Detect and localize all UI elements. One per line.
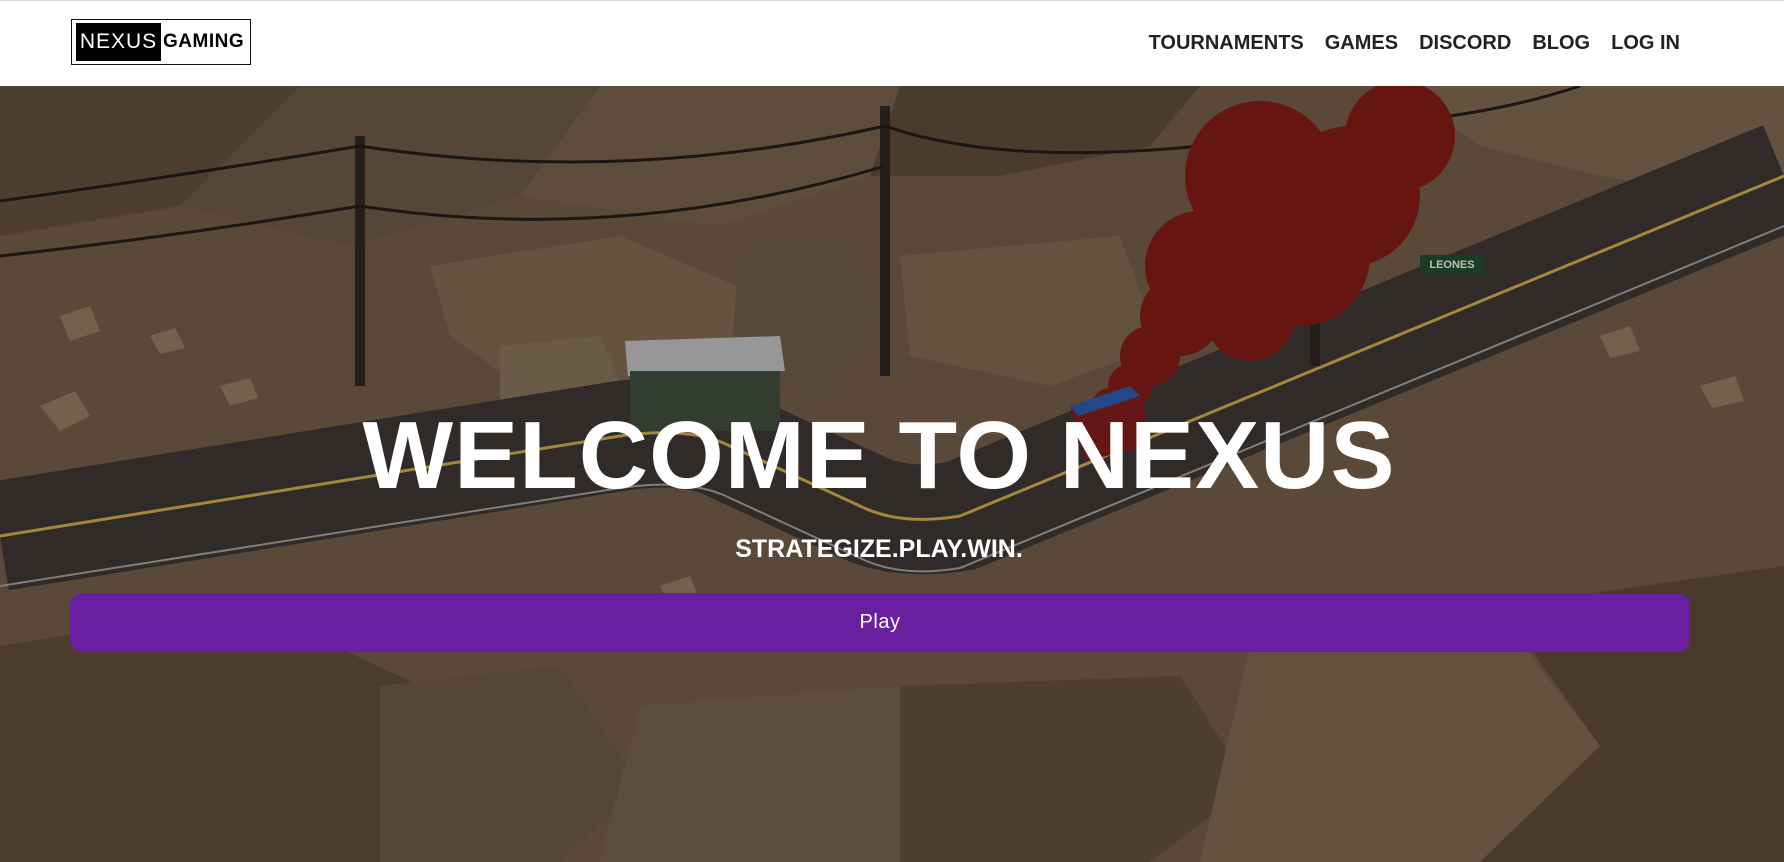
logo-boxed-text: NEXUS (76, 23, 161, 61)
hero-title: WELCOME TO NEXUS (362, 402, 1396, 509)
logo-text: GAMING (163, 31, 245, 52)
play-button[interactable]: Play (70, 593, 1690, 652)
nav-discord[interactable]: DISCORD (1419, 30, 1511, 56)
hero-subtitle: STRATEGIZE.PLAY.WIN. (735, 535, 1023, 563)
hero-section: LEONES WELCOME TO NEXUS STRATEGIZE.PLAY.… (0, 86, 1784, 862)
nav-log-in[interactable]: LOG IN (1611, 30, 1680, 56)
nav-blog[interactable]: BLOG (1532, 30, 1590, 56)
nexus-gaming-logo[interactable]: NEXUS GAMING (71, 19, 251, 65)
nav-games[interactable]: GAMES (1325, 30, 1398, 56)
main-nav: TOURNAMENTS GAMES DISCORD BLOG LOG IN (1128, 30, 1680, 56)
nav-tournaments[interactable]: TOURNAMENTS (1149, 30, 1304, 56)
site-header: NEXUS GAMING TOURNAMENTS GAMES DISCORD B… (0, 1, 1784, 85)
